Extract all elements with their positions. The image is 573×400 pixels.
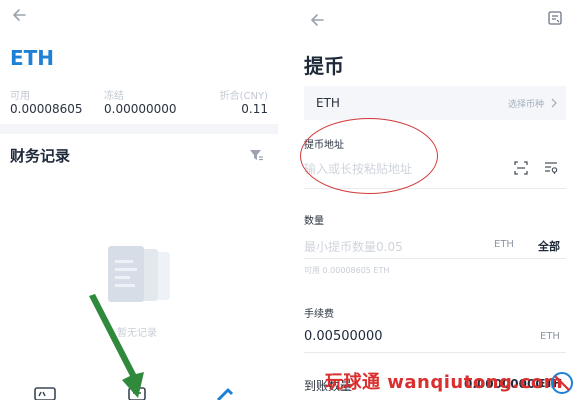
coin-detail-screen: ETH 可用 0.00008605 冻结 0.00000000 折合(CNY) …	[0, 0, 278, 400]
records-title: 财务记录	[10, 147, 71, 165]
amount-underline	[304, 258, 566, 259]
cny-value: 0.11	[241, 102, 268, 116]
back-arrow-icon[interactable]	[308, 11, 326, 29]
annotation-arrow	[89, 294, 144, 398]
scan-icon[interactable]	[514, 161, 528, 175]
all-button[interactable]: 全部	[538, 238, 560, 254]
coin-symbol: ETH	[10, 46, 55, 70]
watermark: 玩球通 wanqiutong.com	[325, 368, 573, 398]
frozen-label: 冻结	[104, 91, 124, 102]
back-arrow-icon[interactable]	[10, 6, 28, 24]
transfer-icon[interactable]	[32, 384, 58, 400]
amount-label: 数量	[304, 216, 324, 227]
fee-value: 0.00500000	[304, 329, 383, 344]
withdraw-screen: 提币 ETH 选择币种 提币地址 输入或长按粘贴地址 数量 最小提币数量0.05…	[292, 0, 573, 400]
section-divider	[0, 124, 278, 134]
coin-selector[interactable]: ETH 选择币种	[304, 86, 566, 120]
amount-input[interactable]: 最小提币数量0.05	[304, 238, 403, 255]
chevron-right-icon	[551, 98, 557, 108]
fee-label: 手续费	[304, 309, 334, 320]
selected-coin: ETH	[316, 96, 340, 110]
available-value: 0.00008605	[10, 102, 83, 116]
watermark-logo-icon	[551, 372, 573, 394]
watermark-text: 玩球通 wanqiutong.com	[325, 372, 564, 393]
select-coin-label: 选择币种	[507, 100, 544, 110]
cny-label: 折合(CNY)	[219, 91, 268, 102]
frozen-value: 0.00000000	[104, 102, 177, 116]
available-balance: 可用 0.00008605 ETH	[304, 266, 390, 275]
page-title: 提币	[304, 54, 344, 78]
annotation-ellipse	[300, 118, 438, 194]
available-label: 可用	[10, 91, 30, 102]
exchange-icon[interactable]	[212, 384, 238, 400]
records-icon[interactable]	[548, 11, 562, 25]
fee-unit: ETH	[540, 331, 560, 342]
fee-underline	[304, 352, 566, 353]
amount-unit: ETH	[494, 239, 514, 250]
filter-icon[interactable]	[248, 147, 264, 163]
address-book-icon[interactable]	[544, 161, 558, 175]
